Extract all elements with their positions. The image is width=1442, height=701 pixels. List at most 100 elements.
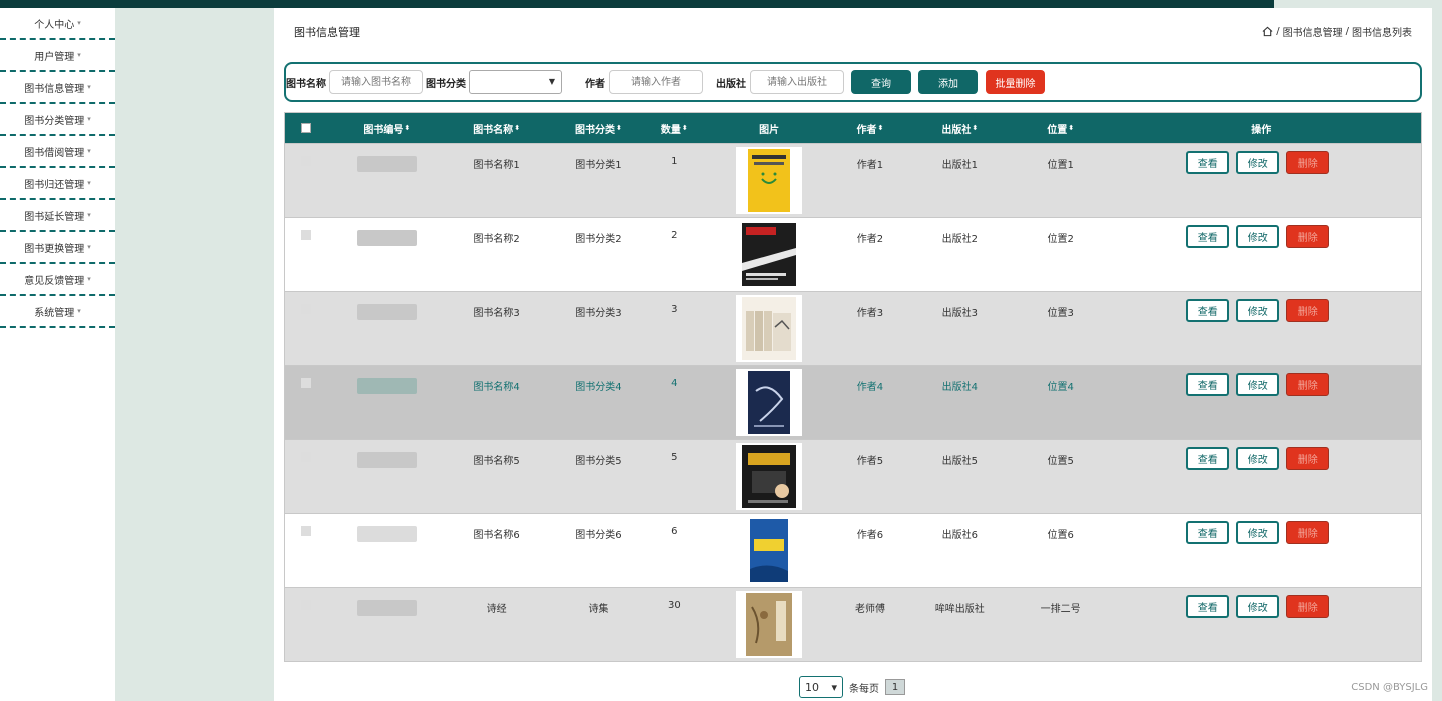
table-row[interactable]: 诗经 诗集 30 老师傅 哞哞出版社 一排二号 查看 修改 删除 <box>285 587 1421 661</box>
book-quantity-cell: 3 <box>671 304 678 315</box>
book-quantity-cell: 1 <box>671 156 678 167</box>
book-image-cell <box>698 218 840 288</box>
right-gutter <box>1432 8 1442 701</box>
delete-button[interactable]: 删除 <box>1286 299 1330 322</box>
publisher-input[interactable] <box>750 70 844 94</box>
book-cover-image[interactable] <box>736 369 803 436</box>
page-number-current[interactable]: 1 <box>885 679 905 695</box>
book-name-input[interactable] <box>329 70 423 94</box>
book-publisher-cell: 出版社2 <box>941 234 978 245</box>
header-image-label: 图片 <box>759 124 780 136</box>
book-number-cell <box>327 514 447 542</box>
row-checkbox[interactable] <box>300 156 311 166</box>
table-row[interactable]: 图书名称3 图书分类3 3 作者3 出版社3 位置3 查看 修改 删除 <box>285 291 1421 365</box>
delete-button[interactable]: 删除 <box>1286 225 1330 248</box>
header-image: 图片 <box>698 121 840 136</box>
delete-button[interactable]: 删除 <box>1286 447 1330 470</box>
header-position[interactable]: 位置 ⬍ <box>1020 121 1102 136</box>
book-category-cell: 诗集 <box>588 604 609 615</box>
sidebar-item-book-replace[interactable]: 图书更换管理 ▾ <box>0 232 115 264</box>
author-input[interactable] <box>609 70 703 94</box>
row-checkbox[interactable] <box>300 526 311 536</box>
delete-button[interactable]: 删除 <box>1286 373 1330 396</box>
header-publisher[interactable]: 出版社 ⬍ <box>900 121 1020 136</box>
sidebar-item-book-extend[interactable]: 图书延长管理 ▾ <box>0 200 115 232</box>
chevron-down-icon: ▾ <box>87 115 91 123</box>
query-button[interactable]: 查询 <box>851 70 911 94</box>
table-row[interactable]: 图书名称2 图书分类2 2 作者2 出版社2 位置2 查看 修改 删除 <box>285 217 1421 291</box>
row-checkbox[interactable] <box>300 304 311 314</box>
view-button[interactable]: 查看 <box>1186 151 1230 174</box>
sidebar-item-book-category[interactable]: 图书分类管理 ▾ <box>0 104 115 136</box>
breadcrumb-item-book-info[interactable]: 图书信息管理 <box>1283 24 1343 39</box>
book-cover-image[interactable] <box>736 295 803 362</box>
book-cover-image[interactable] <box>736 221 803 288</box>
add-button[interactable]: 添加 <box>918 70 978 94</box>
author-label: 作者 <box>585 78 605 90</box>
sidebar-item-book-borrow[interactable]: 图书借阅管理 ▾ <box>0 136 115 168</box>
book-cover-image[interactable] <box>736 443 803 510</box>
edit-button[interactable]: 修改 <box>1236 373 1280 396</box>
blurred-book-number <box>356 378 417 394</box>
row-checkbox[interactable] <box>300 600 311 610</box>
row-checkbox[interactable] <box>300 452 311 462</box>
book-name-cell: 图书名称4 <box>473 382 520 393</box>
blurred-book-number <box>356 526 417 542</box>
book-publisher-cell: 哞哞出版社 <box>934 604 985 615</box>
sidebar-item-label: 图书归还管理 <box>24 179 85 191</box>
delete-button[interactable]: 删除 <box>1286 521 1330 544</box>
view-button[interactable]: 查看 <box>1186 299 1230 322</box>
view-button[interactable]: 查看 <box>1186 447 1230 470</box>
header-number[interactable]: 图书编号 ⬍ <box>327 121 447 136</box>
sidebar-item-book-return[interactable]: 图书归还管理 ▾ <box>0 168 115 200</box>
book-category-cell: 图书分类1 <box>575 160 622 171</box>
book-image-cell <box>698 292 840 362</box>
view-button[interactable]: 查看 <box>1186 373 1230 396</box>
select-all-checkbox[interactable] <box>300 123 311 133</box>
view-button[interactable]: 查看 <box>1186 225 1230 248</box>
batch-delete-button[interactable]: 批量删除 <box>986 70 1045 94</box>
header-quantity[interactable]: 数量 ⬍ <box>650 121 698 136</box>
book-category-label: 图书分类 <box>426 78 466 90</box>
table-row[interactable]: 图书名称6 图书分类6 6 作者6 出版社6 位置6 查看 修改 删除 <box>285 513 1421 587</box>
header-position-label: 位置 <box>1047 124 1068 136</box>
edit-button[interactable]: 修改 <box>1236 299 1280 322</box>
book-category-select[interactable]: ▼ <box>469 70 562 94</box>
header-author[interactable]: 作者 ⬍ <box>840 121 900 136</box>
row-checkbox[interactable] <box>300 230 311 240</box>
chevron-down-icon: ▾ <box>87 211 91 219</box>
view-button[interactable]: 查看 <box>1186 521 1230 544</box>
header-ops-label: 操作 <box>1251 124 1272 136</box>
header-name-label: 图书名称 <box>473 124 514 136</box>
delete-button[interactable]: 删除 <box>1286 595 1330 618</box>
sidebar-item-feedback[interactable]: 意见反馈管理 ▾ <box>0 264 115 296</box>
book-publisher-cell: 出版社5 <box>941 456 978 467</box>
table-row[interactable]: 图书名称5 图书分类5 5 作者5 出版社5 位置5 查看 修改 删除 <box>285 439 1421 513</box>
edit-button[interactable]: 修改 <box>1236 225 1280 248</box>
publisher-label: 出版社 <box>716 78 746 90</box>
header-category[interactable]: 图书分类 ⬍ <box>547 121 651 136</box>
edit-button[interactable]: 修改 <box>1236 151 1280 174</box>
table-row[interactable]: 图书名称4 图书分类4 4 作者4 出版社4 位置4 查看 修改 删除 <box>285 365 1421 439</box>
edit-button[interactable]: 修改 <box>1236 521 1280 544</box>
sidebar-item-label: 个人中心 <box>34 19 75 31</box>
delete-button[interactable]: 删除 <box>1286 151 1330 174</box>
sidebar-item-system[interactable]: 系统管理 ▾ <box>0 296 115 328</box>
edit-button[interactable]: 修改 <box>1236 447 1280 470</box>
page-size-select[interactable]: 10 ▾ <box>799 676 843 698</box>
edit-button[interactable]: 修改 <box>1236 595 1280 618</box>
table-row[interactable]: 图书名称1 图书分类1 1 作者1 出版社1 位置1 查看 修改 删除 <box>285 143 1421 217</box>
sidebar-item-personal-center[interactable]: 个人中心 ▾ <box>0 8 115 40</box>
book-cover-image[interactable] <box>736 591 803 658</box>
sidebar-item-label: 用户管理 <box>34 51 75 63</box>
home-icon[interactable] <box>1262 26 1273 37</box>
header-category-label: 图书分类 <box>575 124 616 136</box>
header-name[interactable]: 图书名称 ⬍ <box>447 121 547 136</box>
book-quantity-cell: 30 <box>667 600 681 611</box>
sidebar-item-book-info[interactable]: 图书信息管理 ▾ <box>0 72 115 104</box>
book-cover-image[interactable] <box>736 147 803 214</box>
sidebar-item-user-management[interactable]: 用户管理 ▾ <box>0 40 115 72</box>
book-cover-image[interactable] <box>736 517 803 584</box>
view-button[interactable]: 查看 <box>1186 595 1230 618</box>
row-checkbox[interactable] <box>300 378 311 388</box>
